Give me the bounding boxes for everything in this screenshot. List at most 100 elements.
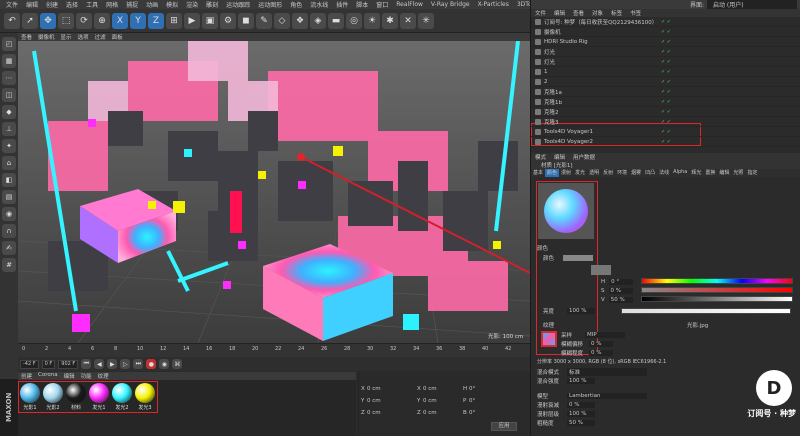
- visibility-check-icon[interactable]: ✓ ✓: [661, 89, 675, 95]
- menu-item[interactable]: 运动跟踪: [222, 0, 254, 9]
- object-row[interactable]: 克隆3 ✓ ✓: [531, 117, 800, 127]
- last-frame-icon[interactable]: ⏭: [133, 359, 144, 369]
- viewport-menu-item[interactable]: 选项: [75, 33, 92, 41]
- attributes-tab[interactable]: 基本: [531, 169, 545, 177]
- diffuse-fall-value[interactable]: 0 %: [567, 401, 595, 408]
- hsv-value[interactable]: 0 %: [608, 287, 633, 294]
- viewport-menu-item[interactable]: 显示: [58, 33, 75, 41]
- select-icon[interactable]: ➚: [22, 12, 38, 29]
- texture-file[interactable]: 光影.jpg: [687, 321, 708, 329]
- camera-icon[interactable]: ◎: [346, 12, 362, 29]
- menu-item[interactable]: 脚本: [352, 0, 372, 9]
- blur-scale-value[interactable]: 0 %: [589, 349, 613, 356]
- magnet-icon[interactable]: ∩: [2, 224, 16, 238]
- brightness-slider[interactable]: [621, 308, 791, 314]
- lock-icon[interactable]: ◧: [2, 173, 16, 187]
- render-view-icon[interactable]: ▶: [184, 12, 200, 29]
- size-z[interactable]: 0 cm: [423, 410, 463, 416]
- pos-x[interactable]: 0 cm: [367, 386, 407, 392]
- color-wheel-icon[interactable]: [591, 265, 611, 275]
- model-value[interactable]: Lambertian: [567, 392, 647, 399]
- paint-icon[interactable]: ✍: [2, 241, 16, 255]
- object-row[interactable]: 2 ✓ ✓: [531, 77, 800, 87]
- rot-p[interactable]: 0°: [469, 398, 475, 404]
- attributes-tab[interactable]: 环境: [615, 169, 629, 177]
- hsv-slider[interactable]: [641, 287, 793, 293]
- 3d-viewport[interactable]: 光影: 100 cm: [18, 41, 530, 343]
- objects-menu-item[interactable]: 查看: [569, 9, 588, 17]
- attributes-tab[interactable]: 漫射: [559, 169, 573, 177]
- visibility-check-icon[interactable]: ✓ ✓: [661, 119, 675, 125]
- visibility-check-icon[interactable]: ✓ ✓: [661, 59, 675, 65]
- size-y[interactable]: 0 cm: [423, 398, 463, 404]
- pen-icon[interactable]: ✎: [256, 12, 272, 29]
- visibility-check-icon[interactable]: ✓ ✓: [661, 109, 675, 115]
- menu-item[interactable]: V-Ray Bridge: [427, 1, 474, 8]
- object-row[interactable]: 灯光 ✓ ✓: [531, 57, 800, 67]
- visibility-check-icon[interactable]: ✓ ✓: [661, 19, 675, 25]
- move-icon[interactable]: ✥: [40, 12, 56, 29]
- attributes-tab[interactable]: Alpha: [671, 169, 689, 177]
- menu-item[interactable]: 渲染: [182, 0, 202, 9]
- menu-item[interactable]: 角色: [286, 0, 306, 9]
- object-row[interactable]: 订阅号: 种梦（每日收获至QQ2129436100） ✓ ✓: [531, 17, 800, 27]
- array-icon[interactable]: ❖: [292, 12, 308, 29]
- model-mode-icon[interactable]: ◰: [2, 37, 16, 51]
- material-menu-item[interactable]: 功能: [78, 372, 95, 380]
- menu-item[interactable]: 运动图形: [254, 0, 286, 9]
- objects-menu-item[interactable]: 编辑: [550, 9, 569, 17]
- visibility-check-icon[interactable]: ✓ ✓: [661, 79, 675, 85]
- attributes-tab[interactable]: 颜色: [545, 169, 560, 177]
- keyframe-icon[interactable]: ⌘: [172, 359, 183, 369]
- record-icon[interactable]: ●: [146, 359, 157, 369]
- material-swatch[interactable]: [66, 383, 86, 403]
- rot-b[interactable]: 0°: [469, 410, 475, 416]
- menu-item[interactable]: 工具: [82, 0, 102, 9]
- python-icon[interactable]: ✳: [418, 12, 434, 29]
- color-swatch[interactable]: [563, 254, 593, 261]
- visibility-check-icon[interactable]: ✓ ✓: [661, 139, 675, 145]
- viewport-menu-item[interactable]: 查看: [18, 33, 35, 41]
- attributes-tab[interactable]: 反射: [601, 169, 615, 177]
- menu-item[interactable]: 动画: [142, 0, 162, 9]
- material-menu-item[interactable]: 编辑: [61, 372, 78, 380]
- visibility-check-icon[interactable]: ✓ ✓: [661, 69, 675, 75]
- viewport-menu-item[interactable]: 过滤: [92, 33, 109, 41]
- sample-value[interactable]: MIP: [585, 331, 625, 338]
- attributes-tab[interactable]: 指定: [745, 169, 759, 177]
- texture-thumb[interactable]: [541, 331, 557, 347]
- menu-item[interactable]: 选择: [62, 0, 82, 9]
- menu-item[interactable]: X-Particles: [474, 1, 513, 8]
- object-row[interactable]: 1 ✓ ✓: [531, 67, 800, 77]
- tweak-icon[interactable]: ✦: [2, 139, 16, 153]
- visibility-check-icon[interactable]: ✓ ✓: [661, 49, 675, 55]
- texture-mode-icon[interactable]: ▦: [2, 54, 16, 68]
- floor-icon[interactable]: ▬: [328, 12, 344, 29]
- material-menu-item[interactable]: 创建: [18, 372, 35, 380]
- rot-h[interactable]: 0°: [469, 386, 475, 392]
- scale-icon[interactable]: ⬚: [58, 12, 74, 29]
- first-frame-icon[interactable]: ⏮: [81, 359, 92, 369]
- object-row[interactable]: HDRI Studio Rig ✓ ✓: [531, 37, 800, 47]
- menu-item[interactable]: 文件: [2, 0, 22, 9]
- live-select-icon[interactable]: ⊕: [94, 12, 110, 29]
- axis-x-button[interactable]: X: [112, 12, 128, 29]
- undo-icon[interactable]: ↶: [4, 12, 20, 29]
- attributes-menu-item[interactable]: 模式: [531, 153, 550, 161]
- cube-icon[interactable]: ◼: [238, 12, 254, 29]
- material-swatch[interactable]: [112, 383, 132, 403]
- workplane-icon[interactable]: ▤: [2, 190, 16, 204]
- autokey-icon[interactable]: ◉: [159, 359, 170, 369]
- roughness-value[interactable]: 50 %: [567, 419, 595, 426]
- material-swatch[interactable]: [89, 383, 109, 403]
- menu-item[interactable]: 模拟: [162, 0, 182, 9]
- attributes-menu-item[interactable]: 用户数据: [569, 153, 599, 161]
- prev-frame-icon[interactable]: ◀: [94, 359, 105, 369]
- object-row[interactable]: 克隆2 ✓ ✓: [531, 107, 800, 117]
- menu-item[interactable]: RealFlow: [392, 1, 427, 8]
- apply-button[interactable]: 应用: [491, 422, 517, 431]
- object-row[interactable]: Tools4D Voyager1 ✓ ✓: [531, 127, 800, 137]
- menu-item[interactable]: 网格: [102, 0, 122, 9]
- axis-z-button[interactable]: Z: [148, 12, 164, 29]
- hsv-value[interactable]: 50 %: [608, 296, 633, 303]
